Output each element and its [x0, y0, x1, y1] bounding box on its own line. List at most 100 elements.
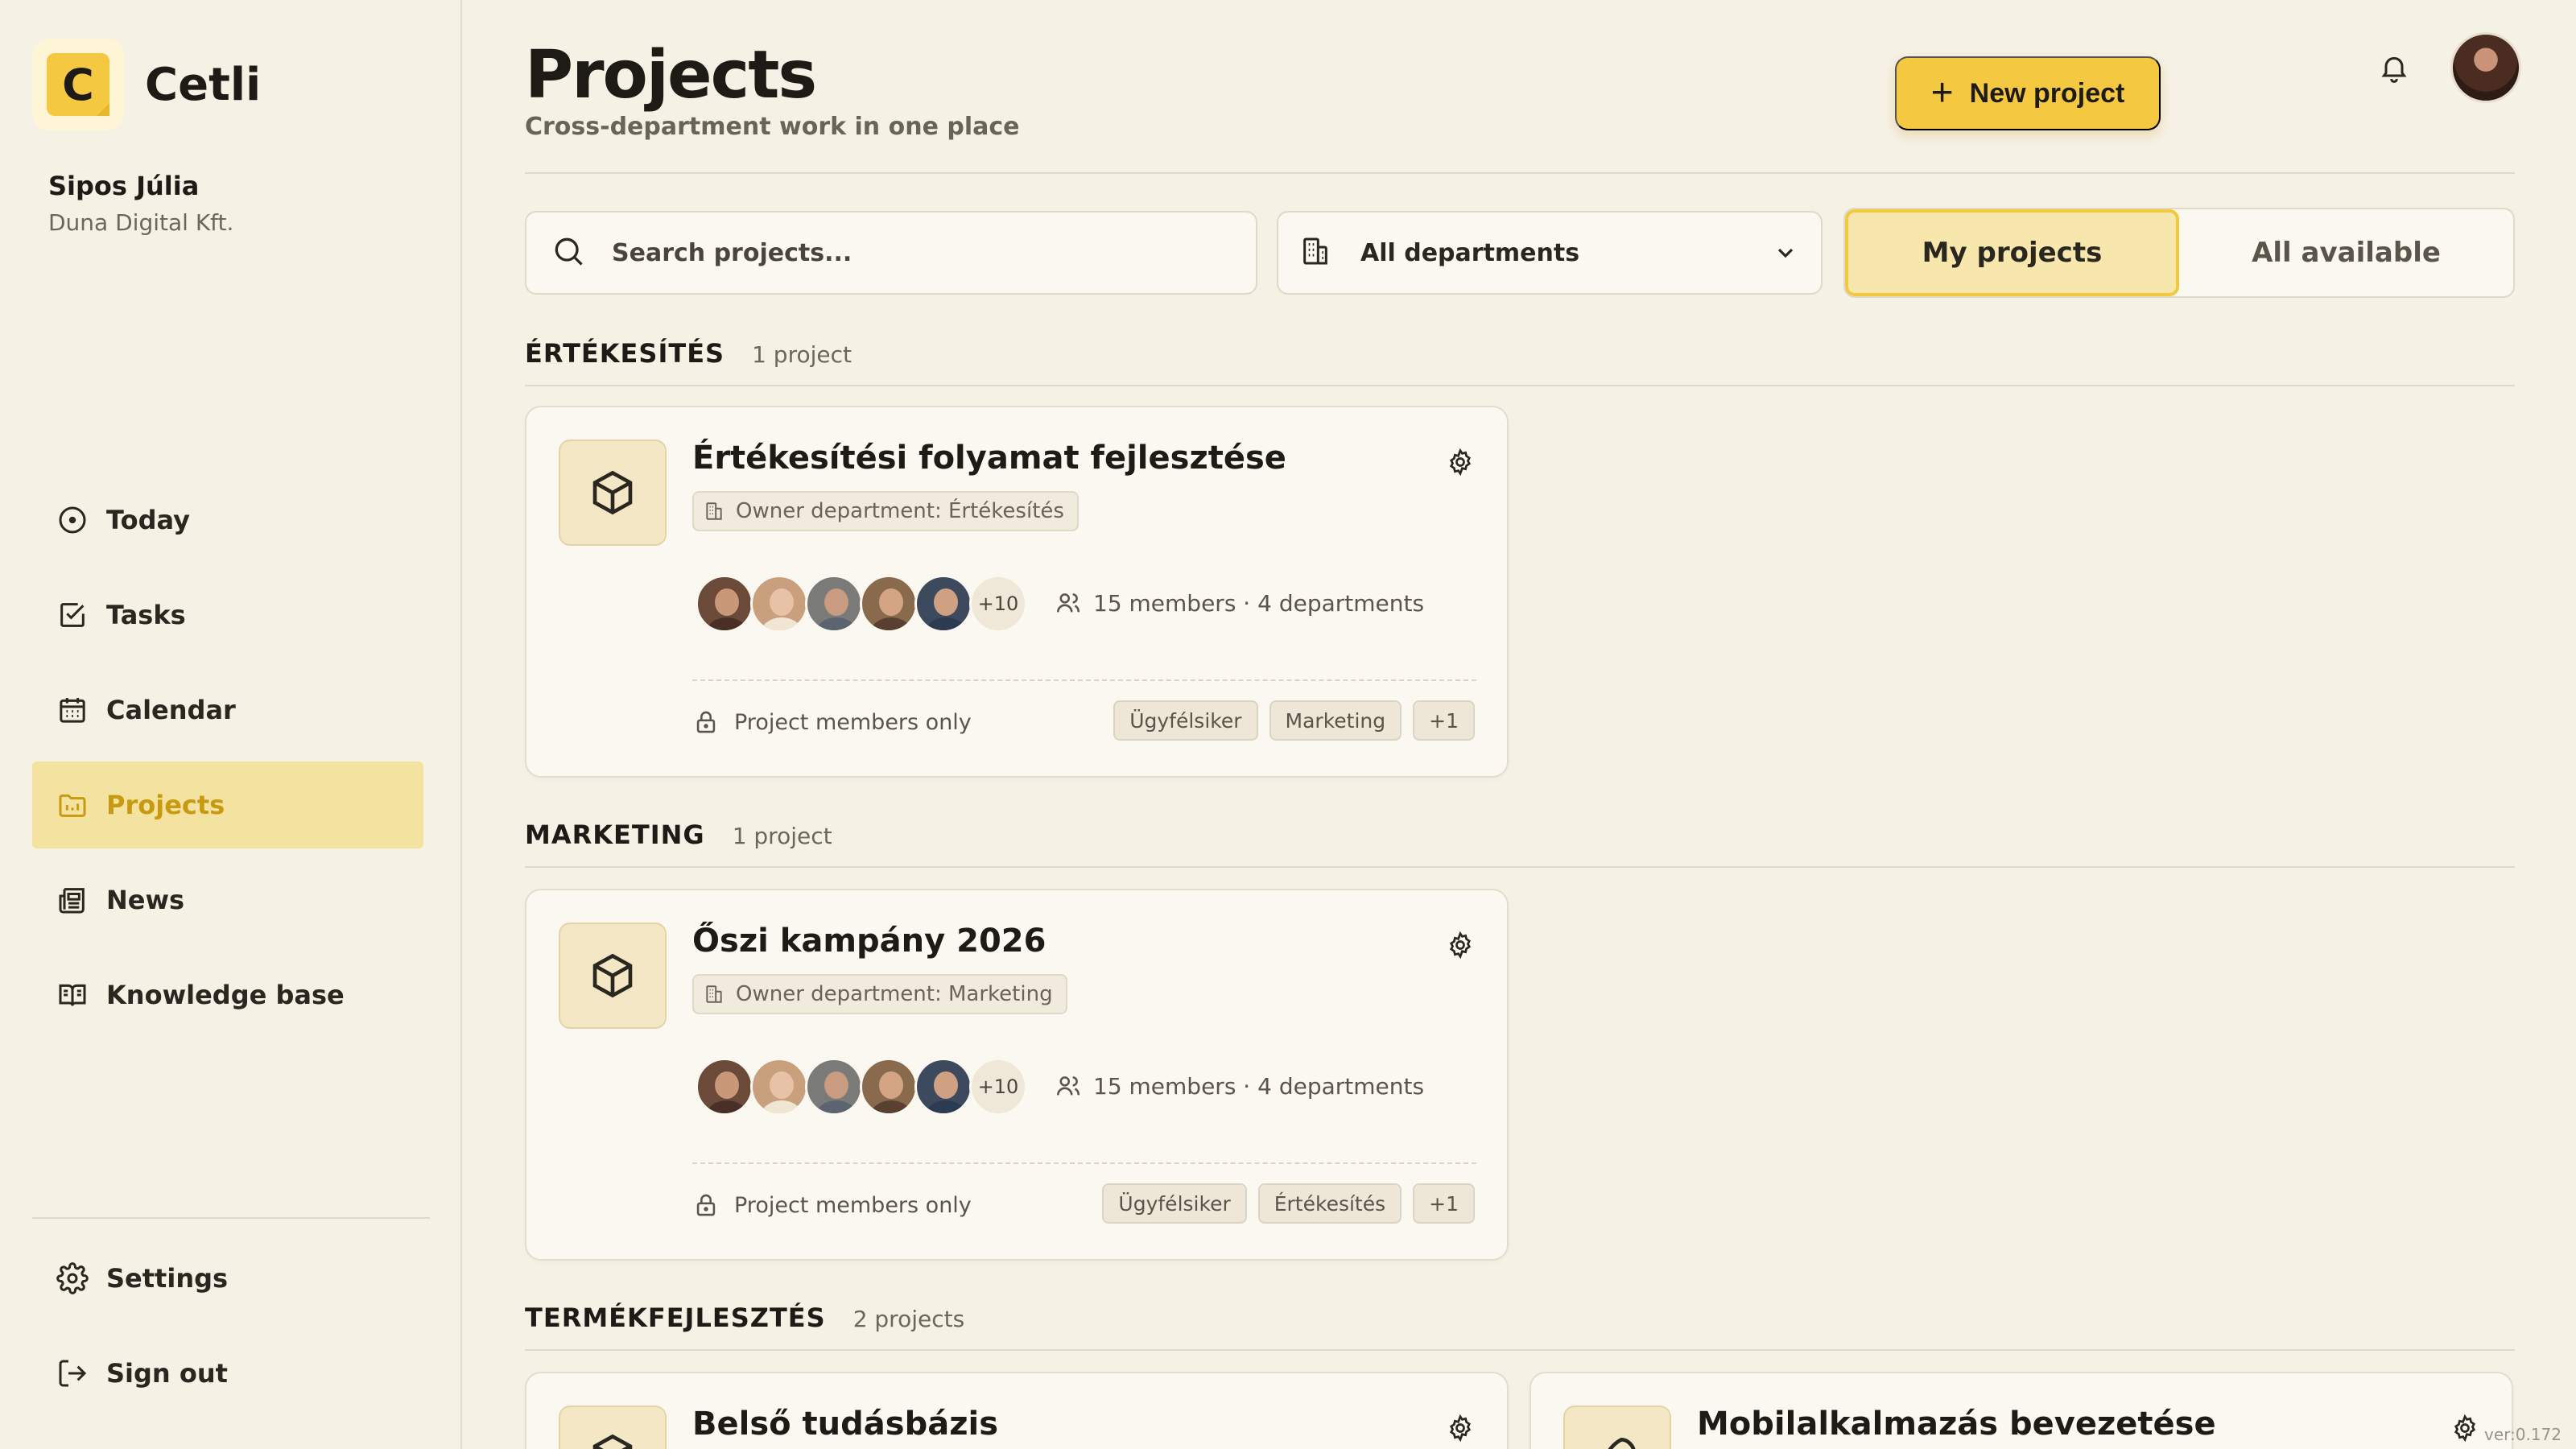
- toggle-all-available[interactable]: All available: [2179, 209, 2513, 296]
- toggle-my-projects[interactable]: My projects: [1845, 209, 2179, 296]
- section-count: 1 project: [732, 823, 832, 849]
- member-avatars[interactable]: +10: [696, 1058, 1027, 1116]
- search-icon: [551, 233, 586, 272]
- avatar: [914, 575, 972, 633]
- section-header: MARKETING 1 project: [525, 819, 832, 850]
- sidebar-item-label: Tasks: [106, 600, 186, 630]
- chevron-down-icon: [1773, 240, 1798, 269]
- project-card[interactable]: Őszi kampány 2026 Owner department: Mark…: [525, 889, 1509, 1261]
- project-card[interactable]: Mobilalkalmazás bevezetése: [1530, 1372, 2513, 1449]
- search-placeholder: Search projects...: [612, 238, 852, 267]
- gear-icon: [55, 1261, 90, 1296]
- sign-out-icon: [55, 1356, 90, 1391]
- members-label: 15 members · 4 departments: [1093, 1072, 1425, 1100]
- people-icon: [1056, 593, 1080, 613]
- user-avatar[interactable]: [2450, 32, 2521, 103]
- access-label: Project members only: [734, 709, 972, 735]
- avatar: [805, 575, 863, 633]
- sidebar-item-tasks[interactable]: Tasks: [32, 572, 423, 658]
- brand[interactable]: C Cetli: [32, 39, 261, 130]
- more-tags-badge[interactable]: +1: [1413, 1183, 1475, 1224]
- sidebar-item-projects[interactable]: Projects: [32, 762, 423, 848]
- avatar: [860, 1058, 918, 1116]
- avatar: [860, 575, 918, 633]
- access-label: Project members only: [734, 1192, 972, 1218]
- page-title: Projects: [525, 37, 817, 114]
- sidebar-item-today[interactable]: Today: [32, 477, 423, 564]
- sidebar-item-label: Calendar: [106, 695, 236, 725]
- department-tags: Ügyfélsiker Értékesítés +1: [1091, 1183, 1475, 1224]
- sidebar-item-label: Knowledge base: [106, 980, 345, 1010]
- building-icon: [1299, 235, 1331, 270]
- project-title: Belső tudásbázis: [692, 1406, 998, 1443]
- owner-department-label: Owner department: Marketing: [736, 982, 1053, 1006]
- avatar: [696, 1058, 753, 1116]
- box-icon: [559, 923, 667, 1029]
- lock-icon: [696, 1194, 716, 1216]
- section-divider: [525, 1349, 2515, 1351]
- project-settings-icon[interactable]: [1446, 931, 1475, 963]
- members-summary: 15 members · 4 departments: [1055, 589, 1424, 617]
- user-info: Sipos Júlia Duna Digital Kft.: [48, 171, 233, 236]
- sidebar-divider: [32, 1217, 430, 1219]
- project-card[interactable]: Belső tudásbázis: [525, 1372, 1509, 1449]
- sidebar-item-label: News: [106, 885, 185, 915]
- section-divider: [525, 385, 2515, 386]
- section-name: MARKETING: [525, 819, 705, 850]
- sidebar-item-calendar[interactable]: Calendar: [32, 667, 423, 753]
- section-name: ÉRTÉKESÍTÉS: [525, 338, 725, 369]
- project-settings-icon[interactable]: [1446, 1414, 1475, 1446]
- card-divider: [692, 1162, 1476, 1164]
- clock-icon: [55, 502, 90, 538]
- brand-logo-letter: C: [47, 53, 109, 116]
- sidebar-item-label: Projects: [106, 790, 225, 820]
- page-subtitle: Cross-department work in one place: [525, 113, 1020, 141]
- bell-icon[interactable]: [2373, 47, 2415, 89]
- header-divider: [525, 172, 2515, 174]
- section-header: TERMÉKFEJLESZTÉS 2 projects: [525, 1302, 964, 1333]
- section-name: TERMÉKFEJLESZTÉS: [525, 1302, 826, 1333]
- sidebar-item-news[interactable]: News: [32, 857, 423, 943]
- building-icon: [706, 502, 722, 520]
- members-summary: 15 members · 4 departments: [1055, 1072, 1424, 1100]
- rocket-icon: [1563, 1406, 1671, 1449]
- project-settings-icon[interactable]: [1446, 448, 1475, 480]
- calendar-icon: [55, 692, 90, 728]
- more-tags-badge[interactable]: +1: [1413, 700, 1475, 741]
- department-value: All departments: [1360, 238, 1580, 267]
- avatar: [750, 1058, 808, 1116]
- newspaper-icon: [55, 882, 90, 918]
- settings-label: Settings: [106, 1263, 229, 1294]
- plus-icon: +: [1930, 72, 1954, 114]
- user-name: Sipos Júlia: [48, 171, 200, 201]
- project-card[interactable]: Értékesítési folyamat fejlesztése Owner …: [525, 406, 1509, 778]
- search-input[interactable]: Search projects...: [525, 211, 1257, 295]
- sidebar-item-settings[interactable]: Settings: [32, 1235, 423, 1322]
- sidebar-item-knowledge-base[interactable]: Knowledge base: [32, 952, 423, 1038]
- box-icon: [559, 440, 667, 546]
- department-tag: Értékesítés: [1257, 1183, 1402, 1224]
- brand-logo: C: [32, 39, 124, 130]
- project-scope-toggle: My projects All available: [1843, 208, 2515, 298]
- more-members-badge: +10: [969, 1058, 1027, 1116]
- avatar: [805, 1058, 863, 1116]
- book-icon: [55, 977, 90, 1013]
- department-tags: Ügyfélsiker Marketing +1: [1102, 700, 1475, 741]
- section-count: 2 projects: [852, 1306, 965, 1332]
- new-project-label: New project: [1969, 77, 2125, 109]
- department-select[interactable]: All departments: [1277, 211, 1823, 295]
- sidebar-item-sign-out[interactable]: Sign out: [32, 1330, 423, 1417]
- project-settings-icon[interactable]: [2450, 1414, 2479, 1446]
- sidebar-item-label: Today: [106, 505, 190, 535]
- member-avatars[interactable]: +10: [696, 575, 1027, 633]
- lock-icon: [696, 711, 716, 733]
- building-icon: [706, 985, 722, 1003]
- sidebar: C Cetli Sipos Júlia Duna Digital Kft. To…: [0, 0, 462, 1449]
- section-header: ÉRTÉKESÍTÉS 1 project: [525, 338, 852, 369]
- new-project-button[interactable]: + New project: [1895, 56, 2161, 130]
- section-count: 1 project: [752, 341, 852, 368]
- avatar: [750, 575, 808, 633]
- project-title: Mobilalkalmazás bevezetése: [1697, 1406, 2216, 1443]
- box-icon: [559, 1406, 667, 1449]
- project-title: Őszi kampány 2026: [692, 923, 1046, 960]
